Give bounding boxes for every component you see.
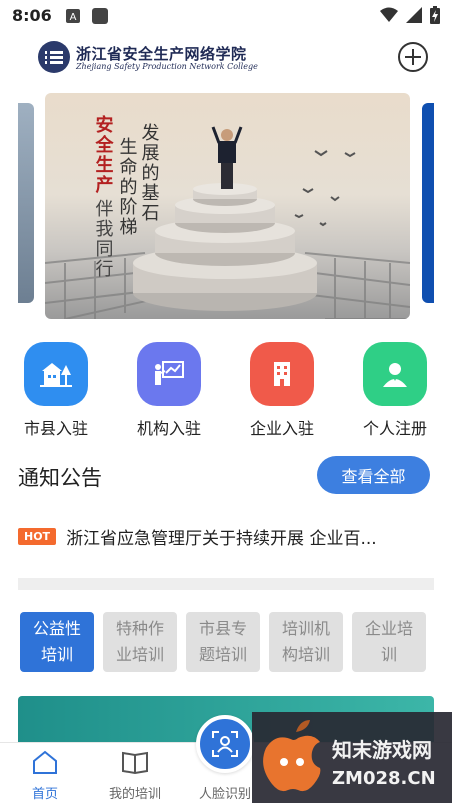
status-right: [380, 6, 440, 24]
notice-item-title: 浙江省应急管理厅关于持续开展 企业百...: [66, 528, 377, 549]
app-header: 浙江省安全生产网络学院 Zhejiang Safety Production N…: [0, 38, 452, 82]
office-building-icon: [250, 342, 314, 406]
nav-my-training[interactable]: 我的培训: [90, 749, 180, 802]
section-divider: [18, 578, 434, 590]
wifi-icon: [380, 7, 398, 22]
entry-institution[interactable]: 机构入驻: [119, 342, 219, 439]
hot-badge: HOT: [18, 527, 57, 545]
instructor-board-icon: [137, 342, 201, 406]
signal-icon: [406, 7, 422, 23]
battery-icon: [430, 6, 440, 24]
nav-face-recognition-label: 人脸识别: [198, 787, 251, 802]
face-recognition-button[interactable]: [196, 715, 254, 773]
banner-slide[interactable]: 安全生产 伴我同行 发展的基石 生命的阶梯: [45, 93, 410, 319]
entry-institution-label: 机构入驻: [136, 419, 201, 438]
entry-personal-register-label: 个人注册: [362, 419, 427, 438]
entry-enterprise-label: 企业入驻: [249, 419, 314, 438]
nav-home[interactable]: 首页: [0, 749, 90, 802]
status-bar: 8:06 A: [0, 0, 452, 30]
svg-text:A: A: [69, 12, 76, 23]
tab-public-welfare[interactable]: 公益性培训: [20, 612, 94, 672]
banner-prev-peek[interactable]: [18, 103, 34, 303]
quick-entries: 市县入驻 机构入驻 企业入驻 个人注册: [0, 342, 452, 442]
banner-slogan-1: 安全生产: [93, 114, 115, 195]
banner-slogan-2: 伴我同行: [93, 199, 114, 279]
plus-circle-icon: [398, 42, 428, 72]
city-building-icon: [24, 342, 88, 406]
college-name-en: Zhejiang Safety Production Network Colle…: [76, 62, 258, 71]
banner-carousel[interactable]: 安全生产 伴我同行 发展的基石 生命的阶梯: [0, 93, 452, 319]
notice-section-title: 通知公告: [18, 466, 102, 490]
college-name: 浙江省安全生产网络学院: [76, 45, 247, 63]
tab-city-county-topic[interactable]: 市县专题培训: [186, 612, 260, 672]
site-watermark: 知末游戏网 ZM028.CN: [252, 712, 452, 803]
apple-logo-icon: [263, 720, 321, 792]
entry-city-county[interactable]: 市县入驻: [6, 342, 106, 439]
banner-slogan-3: 发展的基石: [139, 123, 160, 223]
notification-a-icon: A: [65, 8, 80, 23]
entry-enterprise[interactable]: 企业入驻: [232, 342, 332, 439]
tab-enterprise-training[interactable]: 企业培训: [352, 612, 426, 672]
add-button[interactable]: [397, 41, 429, 73]
face-scan-icon: [212, 731, 238, 757]
view-all-button[interactable]: 查看全部: [317, 456, 430, 494]
person-icon: [363, 342, 427, 406]
tab-institution-training[interactable]: 培训机构培训: [269, 612, 343, 672]
nav-home-label: 首页: [31, 787, 58, 802]
tab-special-operation[interactable]: 特种作业培训: [103, 612, 177, 672]
watermark-text: 知末游戏网: [332, 738, 432, 762]
college-logo-icon: [38, 41, 70, 73]
banner-next-peek[interactable]: [422, 103, 434, 303]
banner-slogan-4: 生命的阶梯: [117, 137, 138, 237]
safety-banner-illustration: 安全生产 伴我同行 发展的基石 生命的阶梯: [45, 114, 410, 319]
nav-my-training-label: 我的培训: [108, 787, 161, 802]
entry-city-county-label: 市县入驻: [23, 419, 88, 438]
home-icon: [33, 750, 57, 774]
notice-item[interactable]: HOT 浙江省应急管理厅关于持续开展 企业百...: [18, 521, 434, 551]
training-category-tabs: 公益性培训 特种作业培训 市县专题培训 培训机构培训 企业培训: [20, 612, 436, 672]
watermark-url: ZM028.CN: [332, 768, 436, 789]
notification-square-icon: [91, 8, 108, 24]
entry-personal-register[interactable]: 个人注册: [345, 342, 445, 439]
notice-header: 通知公告 查看全部: [18, 456, 434, 496]
open-book-icon: [122, 751, 148, 775]
status-time: 8:06: [12, 5, 52, 25]
